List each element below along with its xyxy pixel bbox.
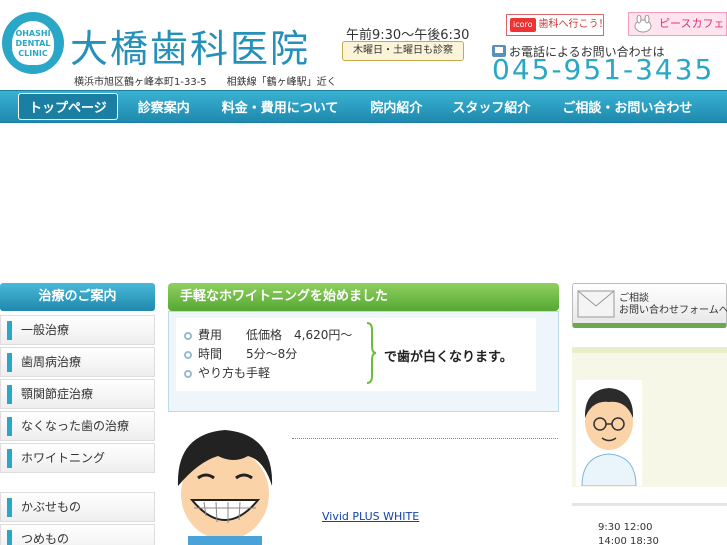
info-row-time: 時間 5分～8分 xyxy=(184,345,297,362)
sidebar-item-general[interactable]: 一般治療 xyxy=(0,315,155,345)
nav-facility[interactable]: 院内紹介 xyxy=(370,97,422,116)
banner-peace-label: ピースカフェ xyxy=(659,17,725,30)
bullet-icon xyxy=(184,331,192,340)
open-days-badge: 木曜日・土曜日も診察 xyxy=(342,41,464,61)
schedule-row-afternoon: 14:00 18:30 xyxy=(598,536,659,545)
vivid-plus-white-link[interactable]: Vivid PLUS WHITE xyxy=(322,510,419,523)
phone-number[interactable]: 045-951-3435 xyxy=(492,53,714,86)
nav-clinic-guide[interactable]: 診察案内 xyxy=(138,97,190,116)
page: OHASHI DENTAL CLINIC 大橋歯科医院 横浜市旭区鶴ヶ峰本町1-… xyxy=(0,0,727,545)
doctor-illustration xyxy=(576,380,642,486)
smiling-kid-image xyxy=(168,416,282,545)
peace-cafe-banner[interactable]: ピースカフェ xyxy=(628,12,727,36)
logo-line-1: OHASHI xyxy=(15,29,51,38)
whitening-heading: 手軽なホワイトニングを始めました xyxy=(168,283,559,311)
whitening-result: で歯が白くなります。 xyxy=(384,350,513,365)
contact-line-2: お問い合わせフォームへ xyxy=(619,305,727,316)
clinic-name[interactable]: 大橋歯科医院 xyxy=(70,18,310,73)
banner-tag: icoro xyxy=(510,18,536,32)
dental-visit-banner[interactable]: icoro 歯科へ行こう！ xyxy=(506,14,609,36)
nav-staff[interactable]: スタッフ紹介 xyxy=(452,97,530,116)
divider xyxy=(292,438,558,439)
whitening-info-card: 費用 低価格 4,620円～ 時間 5分～8分 やり方も手軽 で歯が白くなります。 xyxy=(176,318,536,391)
contact-form-banner[interactable]: ご相談 お問い合わせフォームへ xyxy=(572,283,727,328)
nav-top-page[interactable]: トップページ xyxy=(18,93,118,120)
bullet-icon xyxy=(184,350,192,359)
schedule-row-morning: 9:30 12:00 xyxy=(598,522,653,533)
clinic-address: 横浜市旭区鶴ヶ峰本町1-33-5 相鉄線「鶴ヶ峰駅」近く xyxy=(74,77,337,88)
sidebar-item-crowns[interactable]: かぶせもの xyxy=(0,492,155,522)
logo-line-2: DENTAL xyxy=(15,39,51,48)
sidebar-item-fillings[interactable]: つめもの xyxy=(0,524,155,545)
contact-line-1: ご相談 xyxy=(619,293,649,304)
global-nav: トップページ 診察案内 料金・費用について 院内紹介 スタッフ紹介 ご相談・お問… xyxy=(0,90,727,123)
rabbit-icon xyxy=(634,15,652,33)
banner-dental-label: 歯科へ行こう！ xyxy=(538,19,609,30)
info-row-cost: 費用 低価格 4,620円～ xyxy=(184,326,352,343)
sidebar-item-periodontal[interactable]: 歯周病治療 xyxy=(0,347,155,377)
logo-line-3: CLINIC xyxy=(18,49,48,58)
treatment-menu-heading: 治療のご案内 xyxy=(0,283,155,311)
brace-icon xyxy=(366,322,376,384)
sidebar-item-tmj[interactable]: 顎関節症治療 xyxy=(0,379,155,409)
kid-illustration xyxy=(168,416,282,545)
info-row-easy: やり方も手軽 xyxy=(184,364,270,381)
clinic-logo[interactable]: OHASHI DENTAL CLINIC xyxy=(2,12,64,74)
bullet-icon xyxy=(184,369,192,378)
schedule-panel: 9:30 12:00 14:00 18:30 xyxy=(572,503,727,545)
sidebar-item-whitening[interactable]: ホワイトニング xyxy=(0,443,155,473)
contact-text: ご相談 お問い合わせフォームへ xyxy=(619,293,727,317)
envelope-icon xyxy=(577,290,615,318)
sidebar-item-missing-teeth[interactable]: なくなった歯の治療 xyxy=(0,411,155,441)
nav-fees[interactable]: 料金・費用について xyxy=(222,97,339,116)
nav-contact[interactable]: ご相談・お問い合わせ xyxy=(562,97,692,116)
